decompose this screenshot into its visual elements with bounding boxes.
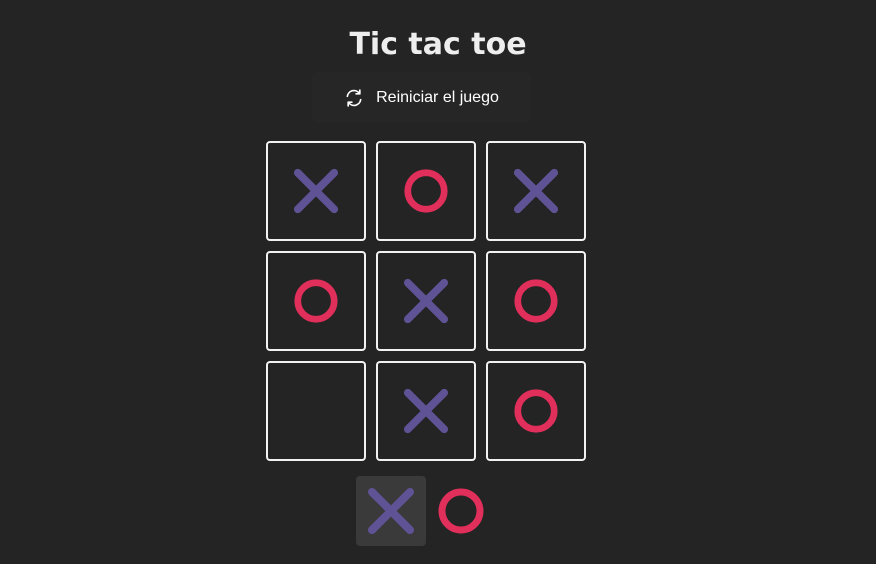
turn-player-o bbox=[426, 476, 496, 546]
board-cell-2[interactable] bbox=[376, 141, 476, 241]
x-mark-icon bbox=[403, 388, 449, 434]
o-mark-icon bbox=[438, 488, 484, 534]
refresh-icon bbox=[344, 88, 364, 108]
board-cell-6[interactable] bbox=[486, 251, 586, 351]
x-mark-icon bbox=[368, 488, 414, 534]
page-title: Tic tac toe bbox=[349, 27, 527, 62]
board-cell-5[interactable] bbox=[376, 251, 476, 351]
board-cell-4[interactable] bbox=[266, 251, 366, 351]
game-board bbox=[266, 141, 586, 461]
game-page: Tic tac toe Reiniciar el juego bbox=[0, 0, 876, 564]
o-mark-icon bbox=[514, 279, 558, 323]
x-mark-icon bbox=[513, 168, 559, 214]
turn-player-x bbox=[356, 476, 426, 546]
o-mark-icon bbox=[404, 169, 448, 213]
board-cell-9[interactable] bbox=[486, 361, 586, 461]
board-cell-1[interactable] bbox=[266, 141, 366, 241]
o-mark-icon bbox=[514, 389, 558, 433]
reset-game-button[interactable]: Reiniciar el juego bbox=[312, 72, 531, 123]
board-cell-8[interactable] bbox=[376, 361, 476, 461]
turn-indicator bbox=[356, 476, 496, 546]
board-cell-3[interactable] bbox=[486, 141, 586, 241]
board-cell-7[interactable] bbox=[266, 361, 366, 461]
reset-button-label: Reiniciar el juego bbox=[376, 88, 499, 106]
x-mark-icon bbox=[403, 278, 449, 324]
o-mark-icon bbox=[294, 279, 338, 323]
x-mark-icon bbox=[293, 168, 339, 214]
